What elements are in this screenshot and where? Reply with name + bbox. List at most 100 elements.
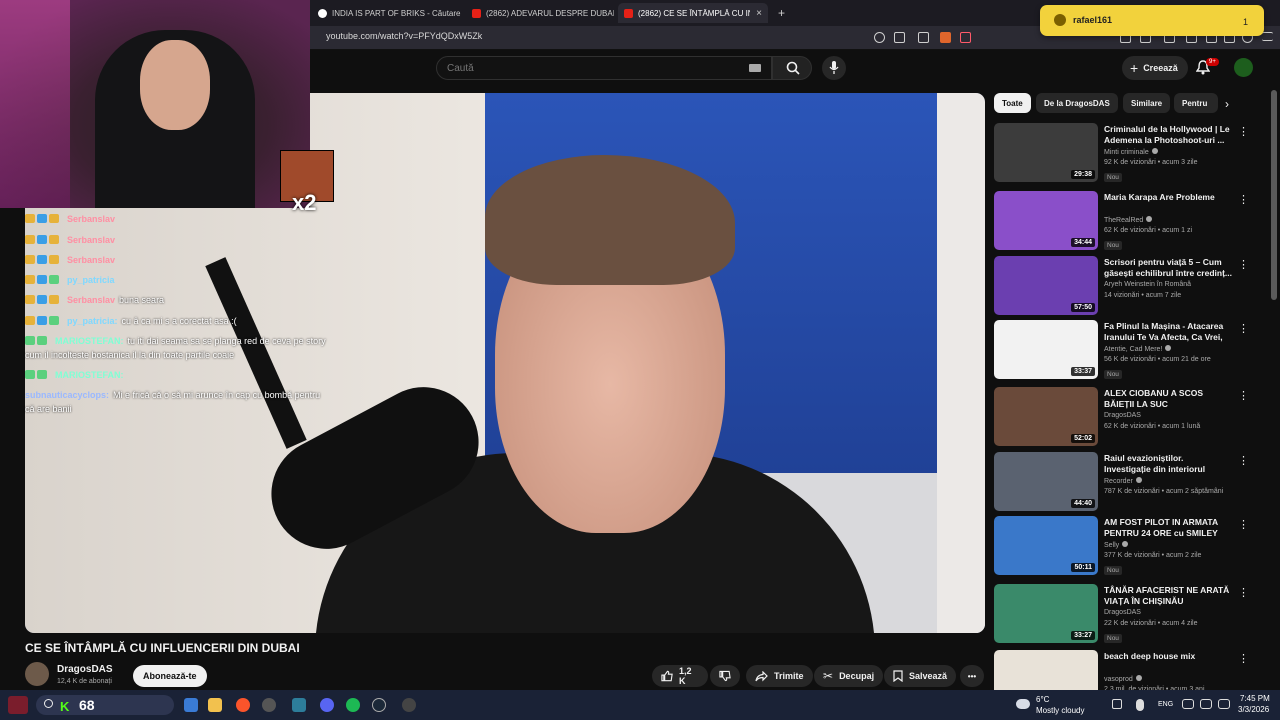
brave-browser-icon[interactable] (236, 698, 250, 712)
tab-youtube-dubai[interactable]: (2862) ADEVARUL DESPRE DUBAI - Y (466, 3, 614, 23)
dislike-button[interactable] (710, 665, 740, 687)
recommendation-channel[interactable]: DragosDAS (1104, 412, 1141, 419)
video-thumbnail[interactable]: 44:40 (994, 452, 1098, 511)
channel-name[interactable]: DragosDAS (57, 664, 113, 675)
url-field[interactable]: youtube.com/watch?v=PFYdQDxW5Zk (326, 31, 482, 41)
video-thumbnail[interactable]: 33:37 (994, 320, 1098, 379)
battery-icon[interactable] (1218, 699, 1230, 709)
microphone-icon[interactable] (1136, 699, 1144, 711)
video-thumbnail[interactable]: 50:11 (994, 516, 1098, 575)
scrollbar-thumb[interactable] (1271, 90, 1277, 300)
brave-shields-icon[interactable] (940, 32, 951, 43)
more-vert-icon[interactable]: ⋮ (1238, 586, 1249, 599)
tab-google-search[interactable]: INDIA IS PART OF BRIKS - Căutare Go (312, 3, 462, 23)
more-vert-icon[interactable]: ⋮ (1238, 518, 1249, 531)
more-vert-icon[interactable]: ⋮ (1238, 389, 1249, 402)
create-button[interactable]: + Creează (1122, 56, 1188, 80)
chip-for-you[interactable]: Pentru (1174, 93, 1218, 113)
tab-label: INDIA IS PART OF BRIKS - Căutare Go (332, 8, 462, 18)
recommendation-channel[interactable]: Atentie, Cad Mere! (1104, 345, 1172, 353)
wifi-icon[interactable] (1182, 699, 1194, 709)
chip-related[interactable]: Similare (1123, 93, 1171, 113)
recommendation-title[interactable]: Fa Plinul la Mașina - Atacarea Iranului … (1104, 321, 1232, 343)
discord-icon[interactable] (320, 698, 334, 712)
recommendation-title[interactable]: beach deep house mix (1104, 651, 1232, 662)
translate-icon[interactable] (874, 32, 885, 43)
close-tab-icon[interactable]: × (756, 8, 762, 19)
clock-date[interactable]: 3/3/2026 (1238, 705, 1269, 714)
rewards-icon[interactable] (960, 32, 971, 43)
more-actions-button[interactable]: ••• (960, 665, 984, 687)
recommendation-item[interactable]: 33:27 TÂNĂR AFACERIST NE ARATĂ VIAȚA ÎN C… (994, 584, 1254, 646)
recommendation-title[interactable]: Criminalul de la Hollywood | Le Ademena … (1104, 124, 1232, 146)
video-thumbnail[interactable]: 34:44 (994, 191, 1098, 250)
clock-time[interactable]: 7:45 PM (1240, 694, 1270, 703)
search-button[interactable] (772, 56, 812, 80)
steam-icon[interactable] (372, 698, 386, 712)
chip-from-channel[interactable]: De la DragosDAS (1036, 93, 1118, 113)
search-icon (44, 699, 53, 708)
menu-icon[interactable] (1262, 32, 1273, 41)
more-vert-icon[interactable]: ⋮ (1238, 322, 1249, 335)
like-button[interactable]: 1,2 K (652, 665, 708, 687)
spotify-icon[interactable] (346, 698, 360, 712)
recommendation-item[interactable]: 50:11 AM FOST PILOT IN ARMATA PENTRU 24 O… (994, 516, 1254, 578)
video-thumbnail[interactable]: 57:50 (994, 256, 1098, 315)
create-label: Creează (1143, 63, 1178, 73)
app-icon[interactable] (262, 698, 276, 712)
share-icon[interactable] (918, 32, 929, 43)
recommendation-title[interactable]: Scrisori pentru viață 5 – Cum găsești ec… (1104, 257, 1232, 279)
tab-youtube-active[interactable]: (2862) CE SE ÎNTÂMPLĂ CU INFL × (618, 3, 768, 23)
language-indicator[interactable]: ENG (1158, 701, 1173, 708)
new-tab-button[interactable]: + (772, 3, 791, 23)
subscribe-button[interactable]: Abonează-te (133, 665, 207, 687)
recommendation-channel[interactable]: Selly (1104, 541, 1129, 549)
recommendation-channel[interactable]: Aryeh Weinstein în Română (1104, 281, 1191, 288)
recommendation-title[interactable]: ALEX CIOBANU A SCOS BĂIEȚII LA SUC (1104, 388, 1232, 410)
user-avatar[interactable] (1234, 58, 1253, 77)
chevron-right-icon[interactable]: › (1225, 97, 1229, 111)
start-avatar-icon[interactable] (8, 696, 28, 714)
screen-cast-icon[interactable] (894, 32, 905, 43)
video-duration: 50:11 (1071, 563, 1095, 572)
file-explorer-icon[interactable] (208, 698, 222, 712)
recommendation-channel[interactable]: vasoprod (1104, 675, 1142, 683)
recommendation-item[interactable]: 34:44 Maria Karapa Are Probleme TheRealRed… (994, 191, 1254, 253)
save-button[interactable]: Salvează (884, 665, 957, 687)
more-vert-icon[interactable]: ⋮ (1238, 125, 1249, 138)
more-vert-icon[interactable]: ⋮ (1238, 193, 1249, 206)
recommendation-item[interactable]: 57:50 Scrisori pentru viață 5 – Cum găseș… (994, 256, 1254, 318)
recommendation-channel[interactable]: Minti criminale (1104, 148, 1158, 156)
recommendation-item[interactable]: 52:02 ALEX CIOBANU A SCOS BĂIEȚII LA SUC D… (994, 387, 1254, 449)
recommendation-channel[interactable]: Recorder (1104, 477, 1142, 485)
recommendation-title[interactable]: Maria Karapa Are Probleme (1104, 192, 1232, 203)
share-button[interactable]: Trimite (746, 665, 813, 687)
recommendation-title[interactable]: TÂNĂR AFACERIST NE ARATĂ VIAȚA ÎN CHIȘIN… (1104, 585, 1232, 607)
chip-all[interactable]: Toate (994, 93, 1031, 113)
recommendation-channel[interactable]: DragosDAS (1104, 609, 1141, 616)
search-input[interactable] (437, 57, 737, 79)
chevron-up-icon[interactable] (1112, 699, 1122, 709)
profile-popup[interactable]: rafael161 1 (1040, 5, 1264, 36)
speaker-icon[interactable] (1200, 699, 1212, 709)
channel-avatar[interactable] (25, 662, 49, 686)
recommendation-title[interactable]: Raiul evazioniștilor. Investigație din i… (1104, 453, 1232, 475)
recommendation-title[interactable]: AM FOST PILOT IN ARMATA PENTRU 24 ORE cu… (1104, 517, 1232, 539)
recommendation-channel[interactable]: TheRealRed (1104, 216, 1153, 224)
more-vert-icon[interactable]: ⋮ (1238, 652, 1249, 665)
recommendation-item[interactable]: 44:40 Raiul evazioniștilor. Investigație … (994, 452, 1254, 514)
keyboard-icon[interactable] (749, 64, 761, 72)
video-thumbnail[interactable]: 52:02 (994, 387, 1098, 446)
recommendation-item[interactable]: 33:37 Fa Plinul la Mașina - Atacarea Iran… (994, 320, 1254, 382)
app-icon[interactable] (292, 698, 306, 712)
task-view-icon[interactable] (184, 698, 198, 712)
more-vert-icon[interactable]: ⋮ (1238, 258, 1249, 271)
recommendation-item[interactable]: 29:38 Criminalul de la Hollywood | Le Ade… (994, 123, 1254, 185)
video-thumbnail[interactable]: 33:27 (994, 584, 1098, 643)
obs-icon[interactable] (402, 698, 416, 712)
voice-search-button[interactable] (822, 56, 846, 80)
clip-button[interactable]: ✂ Decupaj (814, 665, 884, 687)
taskbar-search[interactable] (36, 695, 174, 715)
more-vert-icon[interactable]: ⋮ (1238, 454, 1249, 467)
video-thumbnail[interactable]: 29:38 (994, 123, 1098, 182)
